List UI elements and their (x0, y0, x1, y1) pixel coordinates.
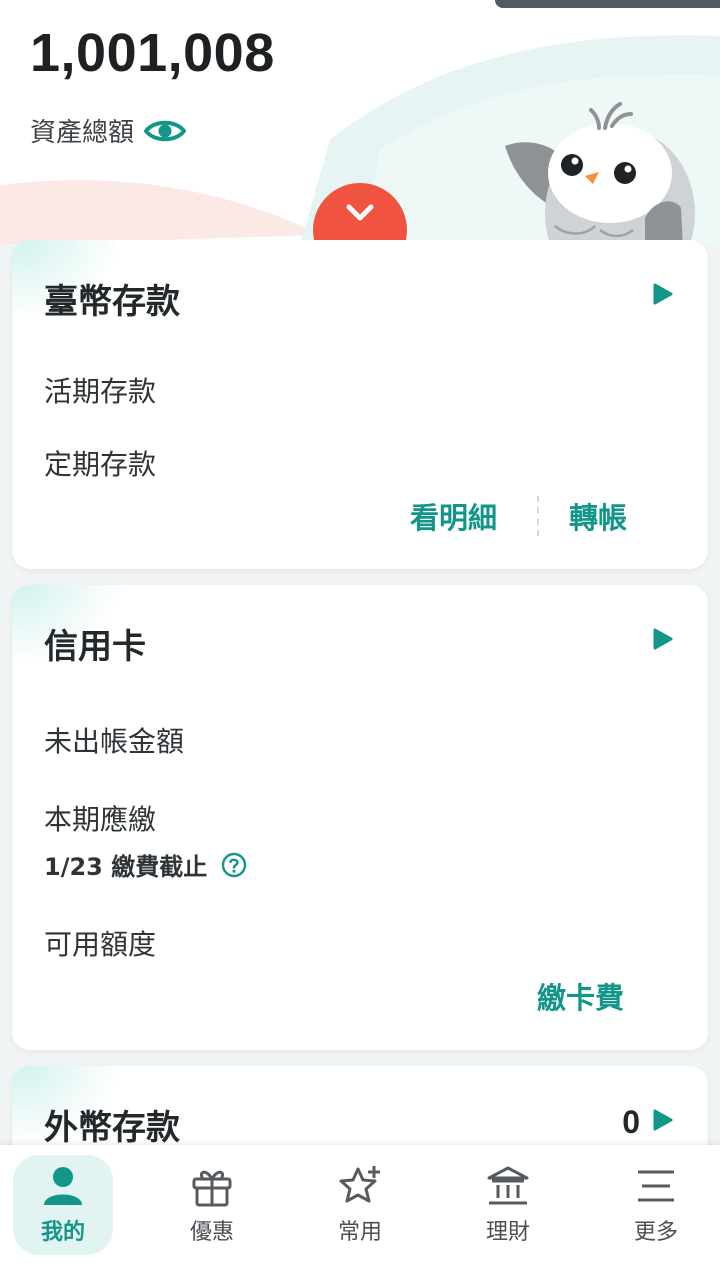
card-title: 外幣存款 (44, 1108, 180, 1148)
transfer-link[interactable]: 轉帳 (569, 495, 627, 537)
star-plus-icon (339, 1166, 380, 1203)
unbilled-amount-label: 未出帳金額 (44, 725, 185, 758)
amount-due-label: 本期應繳 (44, 803, 157, 836)
tab-favorites[interactable]: 常用 (310, 1155, 410, 1255)
tab-label: 我的 (40, 1220, 85, 1245)
eye-icon[interactable] (144, 115, 188, 147)
overlay-strip (495, 0, 720, 8)
tab-label: 常用 (337, 1220, 382, 1245)
foreign-account-count: 0 (622, 1104, 640, 1140)
chevron-down-icon (346, 204, 374, 221)
available-credit-label: 可用額度 (44, 928, 157, 961)
tab-my[interactable]: 我的 (13, 1155, 113, 1255)
tab-label: 理財 (485, 1220, 530, 1245)
credit-card-card[interactable]: 信用卡 未出帳金額 本期應繳 1/23 繳費截止 可用額度 繳卡費 (12, 585, 708, 1050)
bottom-tab-bar: 我的 優惠 常用 理財 更多 (0, 1145, 720, 1280)
time-deposit-label: 定期存款 (44, 448, 157, 481)
tab-label: 優惠 (189, 1220, 234, 1245)
action-divider (537, 496, 539, 536)
person-icon (44, 1167, 82, 1205)
play-arrow-icon[interactable] (652, 1108, 674, 1132)
total-assets-label: 資產總額 (30, 118, 135, 148)
gift-icon (192, 1170, 232, 1207)
card-title: 臺幣存款 (44, 282, 180, 322)
tab-more[interactable]: 更多 (606, 1155, 706, 1255)
twd-deposit-card[interactable]: 臺幣存款 活期存款 定期存款 看明細 轉帳 (12, 240, 708, 569)
card-title: 信用卡 (44, 627, 146, 667)
play-arrow-icon[interactable] (652, 282, 674, 306)
owl-mascot-icon (505, 102, 695, 245)
pay-card-fee-link[interactable]: 繳卡費 (537, 975, 624, 1017)
total-balance: 1,001,008 (30, 23, 275, 83)
help-icon[interactable] (221, 852, 247, 878)
bank-icon (487, 1166, 529, 1205)
play-arrow-icon[interactable] (652, 627, 674, 651)
payment-deadline-text: 1/23 繳費截止 (44, 853, 208, 881)
menu-icon (638, 1170, 674, 1202)
view-details-link[interactable]: 看明細 (410, 495, 497, 537)
demand-deposit-label: 活期存款 (44, 375, 157, 408)
tab-offers[interactable]: 優惠 (162, 1155, 262, 1255)
tab-wealth[interactable]: 理財 (458, 1155, 558, 1255)
payment-deadline: 1/23 繳費截止 (44, 847, 247, 882)
tab-label: 更多 (633, 1220, 678, 1245)
total-assets-row: 資產總額 (30, 112, 188, 149)
